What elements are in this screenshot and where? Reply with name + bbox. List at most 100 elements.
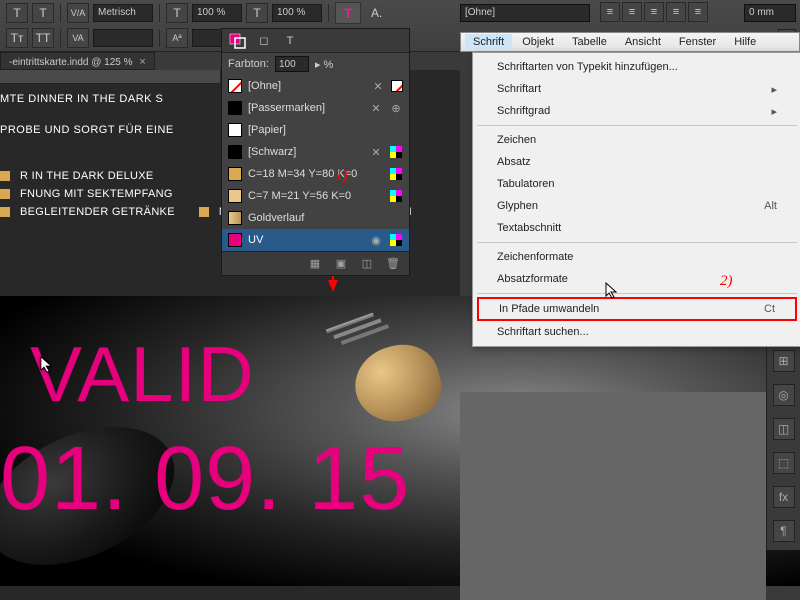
scale-y-icon[interactable]: T xyxy=(246,3,268,23)
menu-separator xyxy=(477,293,797,294)
spot-icon: ◉ xyxy=(369,233,383,247)
registration-icon: ⊕ xyxy=(389,101,403,115)
align-left-icon[interactable]: ≡ xyxy=(600,2,620,22)
swatch-chip xyxy=(228,211,242,225)
swatch-row[interactable]: C=18 M=34 Y=80 K=0 xyxy=(222,163,409,185)
cork-graphic xyxy=(335,316,475,426)
fill-stroke-icon[interactable] xyxy=(228,32,248,50)
lock-icon: ✕ xyxy=(369,101,383,115)
panel-icon[interactable]: ◎ xyxy=(773,384,795,406)
kerning-select[interactable] xyxy=(93,4,153,22)
swatch-chip xyxy=(228,101,242,115)
tint-label: Farbton: xyxy=(228,58,269,70)
swatch-row[interactable]: [Papier] xyxy=(222,119,409,141)
panel-icon[interactable]: ¶ xyxy=(773,520,795,542)
swatch-row[interactable]: [Schwarz]✕ xyxy=(222,141,409,163)
menu-item[interactable]: Absatzformate xyxy=(475,268,799,290)
submenu-arrow-icon: ▸ xyxy=(771,83,777,96)
menu-item[interactable]: Schriftart▸ xyxy=(475,78,799,100)
trash-icon[interactable]: 🗑 xyxy=(385,257,401,271)
ruler-horizontal xyxy=(0,70,220,84)
valid-text[interactable]: VALID xyxy=(30,337,255,411)
cmyk-icon xyxy=(389,145,403,159)
new-folder-icon[interactable]: ▣ xyxy=(333,257,349,271)
menu-item[interactable]: In Pfade umwandelnCt xyxy=(477,297,797,321)
formatting-container-icon[interactable]: ◻ xyxy=(254,32,274,50)
menu-ansicht[interactable]: Ansicht xyxy=(617,34,669,50)
tracking-input[interactable] xyxy=(93,29,153,47)
swatch-name: C=7 M=21 Y=56 K=0 xyxy=(248,190,383,202)
swatch-chip xyxy=(228,233,242,247)
menu-item[interactable]: Textabschnitt xyxy=(475,217,799,239)
swatch-name: [Passermarken] xyxy=(248,102,363,114)
allcaps-icon[interactable]: TT xyxy=(32,28,54,48)
panel-icon[interactable]: fx xyxy=(773,486,795,508)
formatting-text-icon[interactable]: T xyxy=(280,32,300,50)
annotation-1: 1) xyxy=(335,168,348,185)
scale-x-input[interactable] xyxy=(192,4,242,22)
swatch-name: C=18 M=34 Y=80 K=0 xyxy=(248,168,383,180)
swatch-name: [Schwarz] xyxy=(248,146,363,158)
panel-icon[interactable]: ⊞ xyxy=(773,350,795,372)
fill-swatch-icon[interactable]: T xyxy=(335,2,361,24)
va-icon[interactable]: V/A xyxy=(67,3,89,23)
char-tool-icon[interactable]: T xyxy=(6,3,28,23)
swatch-row[interactable]: UV ◉ xyxy=(222,229,409,251)
swatch-grid-icon[interactable]: ▦ xyxy=(307,257,323,271)
menu-separator xyxy=(477,242,797,243)
menu-item[interactable]: Absatz xyxy=(475,151,799,173)
bullet-icon xyxy=(0,171,10,181)
align-right-icon[interactable]: ≡ xyxy=(644,2,664,22)
tint-input[interactable] xyxy=(275,56,309,72)
annotation-2: 2) xyxy=(720,273,733,290)
swatch-row[interactable]: Goldverlauf xyxy=(222,207,409,229)
align-center-icon[interactable]: ≡ xyxy=(622,2,642,22)
menu-hilfe[interactable]: Hilfe xyxy=(726,34,764,50)
menu-tabelle[interactable]: Tabelle xyxy=(564,34,615,50)
swatch-chip xyxy=(228,79,242,93)
document-tab[interactable]: -eintrittskarte.indd @ 125 % × xyxy=(0,52,155,70)
indent-input[interactable]: 0 mm xyxy=(744,4,796,22)
menu-bar[interactable]: SchriftObjektTabelleAnsichtFensterHilfe xyxy=(460,32,800,52)
swatch-chip xyxy=(228,145,242,159)
menu-objekt[interactable]: Objekt xyxy=(514,34,562,50)
justify-all-icon[interactable]: ≡ xyxy=(688,2,708,22)
char-style-select[interactable]: [Ohne] xyxy=(460,4,590,22)
menu-item[interactable]: GlyphenAlt xyxy=(475,195,799,217)
swatch-row[interactable]: [Passermarken] ✕ ⊕ xyxy=(222,97,409,119)
headline-2: PROBE UND SORGT FÜR EINE xyxy=(0,124,174,136)
menu-item[interactable]: Zeichen xyxy=(475,129,799,151)
char-tool-icon[interactable]: T xyxy=(32,3,54,23)
menu-item[interactable]: Schriftgrad▸ xyxy=(475,100,799,122)
justify-icon[interactable]: ≡ xyxy=(666,2,686,22)
swatch-chip xyxy=(228,123,242,137)
menu-item[interactable]: Schriftarten von Typekit hinzufügen... xyxy=(475,56,799,78)
cmyk-icon xyxy=(389,167,403,181)
menu-fenster[interactable]: Fenster xyxy=(671,34,724,50)
scale-x-icon[interactable]: T xyxy=(166,3,188,23)
baseline-icon[interactable]: Aª xyxy=(166,28,188,48)
panel-icon[interactable]: ⬚ xyxy=(773,452,795,474)
menu-item[interactable]: Tabulatoren xyxy=(475,173,799,195)
swatch-name: UV xyxy=(248,234,363,246)
swatch-name: Goldverlauf xyxy=(248,212,403,224)
align-buttons: ≡ ≡ ≡ ≡ ≡ xyxy=(600,2,708,22)
list-item: R IN THE DARK DELUXE xyxy=(20,170,154,182)
swatch-chip xyxy=(228,167,242,181)
scale-y-input[interactable] xyxy=(272,4,322,22)
smallcaps-icon[interactable]: Tᴛ xyxy=(6,28,28,48)
menu-schrift[interactable]: Schrift xyxy=(465,34,512,50)
none-icon xyxy=(391,80,403,92)
swatch-row[interactable]: C=7 M=21 Y=56 K=0 xyxy=(222,185,409,207)
panel-icon[interactable]: ◫ xyxy=(773,418,795,440)
menu-item[interactable]: Zeichenformate xyxy=(475,246,799,268)
swatches-panel[interactable]: ◻ T Farbton: ▸ % [Ohne]✕[Passermarken]✕⊕… xyxy=(221,28,410,276)
swatch-row[interactable]: [Ohne]✕ xyxy=(222,75,409,97)
tracking-icon[interactable]: VA xyxy=(67,28,89,48)
type-menu-dropdown[interactable]: Schriftarten von Typekit hinzufügen...Sc… xyxy=(472,52,800,347)
menu-item[interactable]: Schriftart suchen... xyxy=(475,321,799,343)
bullet-icon xyxy=(0,189,10,199)
new-swatch-icon[interactable]: ◫ xyxy=(359,257,375,271)
date-text[interactable]: 01. 09. 15 xyxy=(0,437,410,523)
submenu-arrow-icon: ▸ xyxy=(771,105,777,118)
